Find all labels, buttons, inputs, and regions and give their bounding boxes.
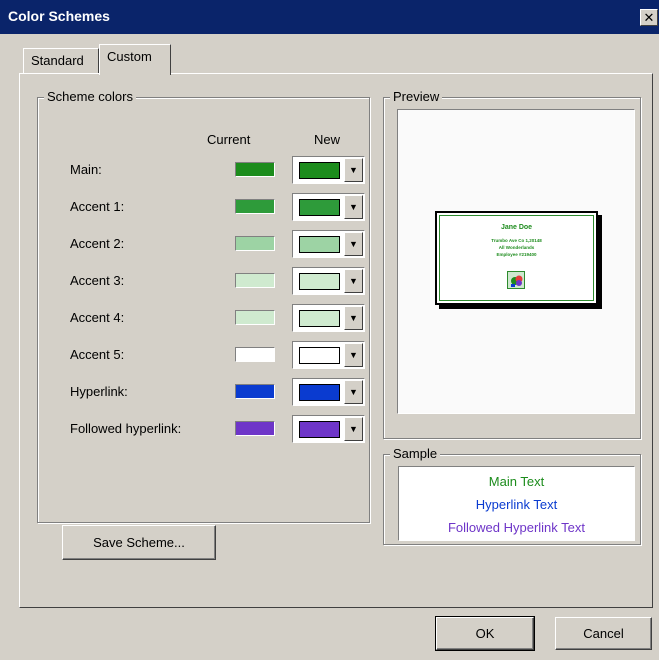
- sample-box: Main Text Hyperlink Text Followed Hyperl…: [398, 466, 635, 541]
- sample-main-text: Main Text: [488, 474, 545, 489]
- slide-line: All Wonderlands: [498, 245, 535, 250]
- new-color-picker[interactable]: ▼: [292, 230, 365, 258]
- current-color-swatch: [235, 162, 275, 177]
- current-color-swatch: [235, 236, 275, 251]
- tab-standard[interactable]: Standard: [23, 48, 99, 74]
- scheme-row-label: Accent 1:: [70, 199, 125, 214]
- dialog-title: Color Schemes: [8, 8, 110, 24]
- slide-line: Employee #219400: [496, 252, 537, 257]
- new-color-picker[interactable]: ▼: [292, 341, 365, 369]
- slide-border: Jane Doe Trumbo Ave Co 1,20148 All Wonde…: [439, 215, 594, 301]
- new-color-swatch: [299, 421, 340, 438]
- group-label: Sample: [390, 446, 441, 461]
- new-color-picker[interactable]: ▼: [292, 156, 365, 184]
- sample-hyperlink-text: Hyperlink Text: [475, 497, 558, 512]
- preview-group: Preview Jane Doe Trumbo Ave Co 1,20148 A…: [383, 89, 641, 439]
- dropdown-arrow-icon[interactable]: ▼: [344, 417, 363, 441]
- scheme-row-label: Accent 3:: [70, 273, 125, 288]
- current-color-swatch: [235, 273, 275, 288]
- dropdown-arrow-icon[interactable]: ▼: [344, 232, 363, 256]
- new-color-swatch: [299, 236, 340, 253]
- preview-canvas: Jane Doe Trumbo Ave Co 1,20148 All Wonde…: [397, 109, 635, 414]
- current-column-header: Current: [207, 132, 251, 147]
- custom-tab-panel: Scheme colors Current New Main: ▼ Accent 1…: [19, 73, 653, 608]
- dropdown-arrow-icon[interactable]: ▼: [344, 195, 363, 219]
- logo-graphic: [511, 275, 523, 287]
- slide-line: Trumbo Ave Co 1,20148: [491, 238, 542, 243]
- scheme-row-label: Accent 2:: [70, 236, 125, 251]
- new-color-swatch: [299, 384, 340, 401]
- color-schemes-dialog: Color Schemes ✕ Standard Custom Scheme c…: [0, 0, 659, 660]
- close-icon[interactable]: ✕: [640, 9, 658, 26]
- sample-followed-hyperlink-text: Followed Hyperlink Text: [447, 520, 586, 535]
- new-color-picker[interactable]: ▼: [292, 193, 365, 221]
- new-color-swatch: [299, 273, 340, 290]
- new-color-picker[interactable]: ▼: [292, 378, 365, 406]
- scheme-row-label: Main:: [70, 162, 102, 177]
- dropdown-arrow-icon[interactable]: ▼: [344, 269, 363, 293]
- cancel-button[interactable]: Cancel: [555, 617, 652, 650]
- new-color-swatch: [299, 347, 340, 364]
- group-label: Preview: [390, 89, 443, 104]
- tab-custom[interactable]: Custom: [99, 44, 171, 75]
- sample-group: Sample Main Text Hyperlink Text Followed…: [383, 446, 641, 545]
- scheme-colors-group: Scheme colors Current New Main: ▼ Accent 1…: [37, 89, 370, 560]
- current-color-swatch: [235, 347, 275, 362]
- scheme-row-label: Followed hyperlink:: [70, 421, 182, 436]
- save-scheme-button[interactable]: Save Scheme...: [62, 525, 216, 560]
- scheme-row-label: Accent 5:: [70, 347, 125, 362]
- current-color-swatch: [235, 310, 275, 325]
- current-color-swatch: [235, 199, 275, 214]
- dropdown-arrow-icon[interactable]: ▼: [344, 343, 363, 367]
- new-color-picker[interactable]: ▼: [292, 267, 365, 295]
- scheme-row-label: Accent 4:: [70, 310, 125, 325]
- tab-label: Custom: [107, 49, 152, 64]
- slide-logo-icon: [507, 271, 525, 289]
- new-column-header: New: [314, 132, 341, 147]
- new-color-picker[interactable]: ▼: [292, 415, 365, 443]
- dropdown-arrow-icon[interactable]: ▼: [344, 306, 363, 330]
- dropdown-arrow-icon[interactable]: ▼: [344, 380, 363, 404]
- new-color-picker[interactable]: ▼: [292, 304, 365, 332]
- ok-button[interactable]: OK: [435, 616, 535, 651]
- title-bar[interactable]: Color Schemes ✕: [0, 0, 659, 34]
- new-color-swatch: [299, 199, 340, 216]
- scheme-row-label: Hyperlink:: [70, 384, 128, 399]
- group-label: Scheme colors: [44, 89, 136, 104]
- dropdown-arrow-icon[interactable]: ▼: [344, 158, 363, 182]
- slide-title: Jane Doe: [500, 224, 533, 231]
- new-color-swatch: [299, 310, 340, 327]
- new-color-swatch: [299, 162, 340, 179]
- current-color-swatch: [235, 421, 275, 436]
- preview-slide: Jane Doe Trumbo Ave Co 1,20148 All Wonde…: [435, 211, 598, 305]
- tab-label: Standard: [31, 53, 84, 68]
- current-color-swatch: [235, 384, 275, 399]
